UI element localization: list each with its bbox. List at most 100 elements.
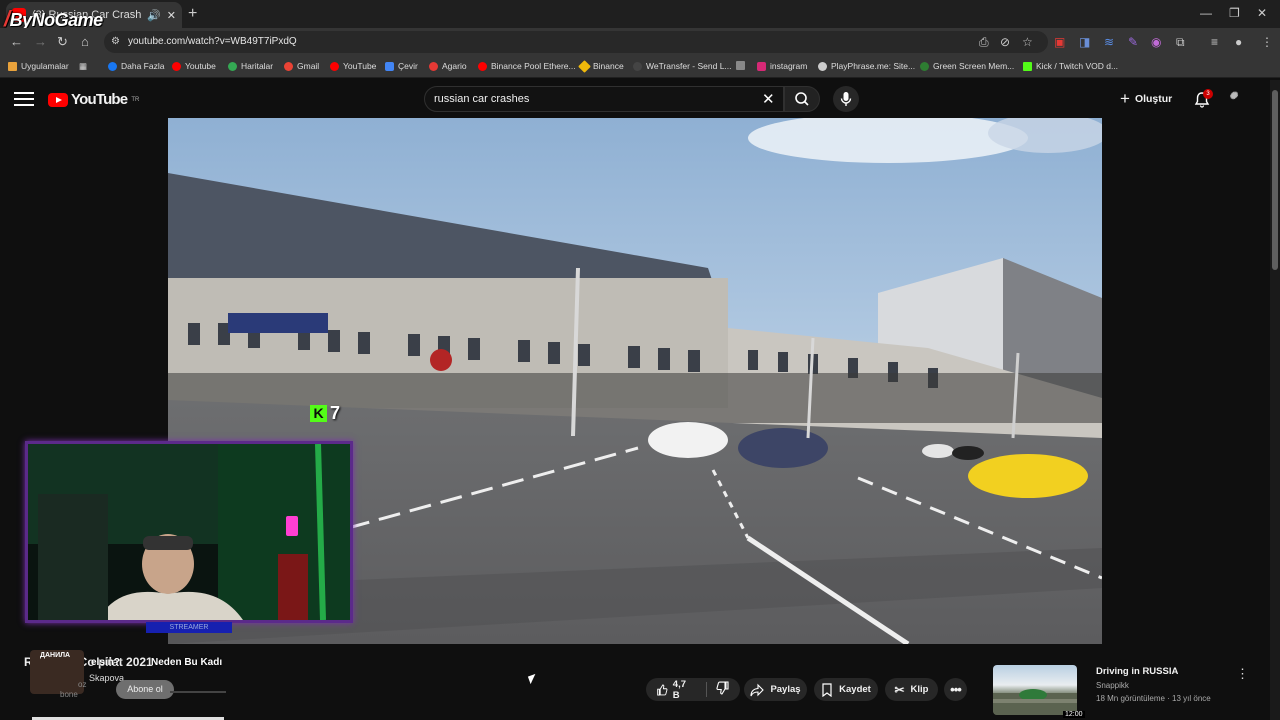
save-button[interactable]: Kaydet xyxy=(814,678,878,701)
bookmark-item[interactable]: WeTransfer - Send L... xyxy=(633,61,732,71)
bookmark-item[interactable]: Daha Fazla xyxy=(108,61,164,71)
facebook-icon xyxy=(108,61,117,71)
speaker-icon[interactable]: 🔊 xyxy=(147,9,161,22)
voice-search-button[interactable] xyxy=(833,86,859,112)
notification-badge: 3 xyxy=(1203,89,1213,99)
account-avatar[interactable]: ✺ xyxy=(1229,91,1249,107)
window-close-button[interactable]: ✕ xyxy=(1257,6,1267,20)
bookmark-item[interactable]: YouTube xyxy=(330,61,376,71)
bookmark-grid-icon[interactable]: ▦ xyxy=(79,61,87,72)
back-icon[interactable]: ← xyxy=(10,34,23,49)
green-screen-icon xyxy=(920,61,929,71)
install-app-icon[interactable]: ⎙ xyxy=(979,35,989,50)
url-text[interactable]: youtube.com/watch?v=WB49T7iPxdQ xyxy=(128,36,297,47)
bookmark-item[interactable] xyxy=(736,61,745,70)
extension-profile-icon[interactable]: ◉ xyxy=(1151,35,1161,49)
mouse-cursor xyxy=(527,673,539,685)
subscriber-fragment: oz xyxy=(78,680,87,689)
wetransfer-icon xyxy=(633,61,642,71)
bookmark-star-icon[interactable]: ☆ xyxy=(1022,35,1033,49)
new-tab-button[interactable]: + xyxy=(188,5,197,23)
like-count: 4,7 B xyxy=(672,678,687,701)
watermark-text: ByNoGame xyxy=(9,10,104,30)
bookmark-label: Uygulamalar xyxy=(21,61,69,71)
recommendation-title[interactable]: Driving in RUSSIA xyxy=(1096,666,1178,677)
apps-grid-icon xyxy=(8,61,17,71)
clip-button[interactable]: ✂ Klip xyxy=(885,678,938,701)
bookmark-item[interactable]: Haritalar xyxy=(228,61,273,71)
bookmark-item[interactable]: Binance xyxy=(578,59,624,73)
extensions-puzzle-icon[interactable]: ⧉ xyxy=(1176,35,1185,50)
like-button[interactable]: 4,7 B xyxy=(656,679,692,701)
bookmark-item[interactable]: Green Screen Mem... xyxy=(920,61,1014,71)
bookmark-item[interactable]: Gmail xyxy=(284,61,319,71)
extension-translate-icon[interactable]: ◨ xyxy=(1079,35,1090,49)
search-query-text[interactable]: russian car crashes xyxy=(434,93,529,105)
recommendation-channel[interactable]: Snappikk xyxy=(1096,681,1129,690)
bookmark-label: Daha Fazla xyxy=(121,61,165,71)
extension-audio-icon[interactable]: ≋ xyxy=(1104,35,1114,49)
clear-search-icon[interactable]: ✕ xyxy=(762,90,775,108)
bookmark-label: PlayPhrase.me: Site... xyxy=(831,61,916,71)
recommendation-menu-icon[interactable]: ⋮ xyxy=(1236,666,1249,682)
stream-caption-left: elsin? xyxy=(91,657,120,668)
home-icon[interactable]: ⌂ xyxy=(81,34,89,49)
bookmark-item[interactable]: Binance Pool Ethere... xyxy=(478,61,576,71)
browser-menu-icon[interactable]: ⋮ xyxy=(1261,35,1273,49)
bookmark-item[interactable]: PlayPhrase.me: Site... xyxy=(818,61,915,71)
bookmark-item[interactable]: Agario xyxy=(429,61,467,71)
bookmark-item[interactable]: Çevir xyxy=(385,61,418,71)
bookmark-label: WeTransfer - Send L... xyxy=(646,61,732,71)
thumbs-up-icon xyxy=(657,683,668,696)
more-actions-button[interactable]: ••• xyxy=(944,678,967,701)
bookmark-item[interactable]: Kick / Twitch VOD d... xyxy=(1023,61,1118,71)
scrollbar-thumb[interactable] xyxy=(1272,90,1278,270)
streamer-facecam xyxy=(25,441,353,623)
channel-avatar-label: ДАНИЛА xyxy=(40,652,71,659)
extension-pen-icon[interactable]: ✎ xyxy=(1128,35,1138,49)
recommendation-meta: 18 Mn görüntüleme · 13 yıl önce xyxy=(1096,694,1211,703)
youtube-logo[interactable]: YouTube TR xyxy=(48,91,139,108)
video-duration: 12:00 xyxy=(1063,711,1085,718)
kick-logo-icon: K xyxy=(310,405,327,422)
bookmark-label: Binance Pool Ethere... xyxy=(491,61,576,71)
create-button[interactable]: + Oluştur xyxy=(1120,89,1172,109)
bookmark-label: Green Screen Mem... xyxy=(933,61,1015,71)
thumbs-down-icon xyxy=(716,681,729,695)
dislike-button[interactable] xyxy=(716,681,730,698)
share-label: Paylaş xyxy=(770,684,801,695)
media-control-icon[interactable]: ≡ xyxy=(1211,35,1218,49)
bookmark-item[interactable]: Uygulamalar xyxy=(8,61,69,71)
like-dislike-group[interactable]: 4,7 B xyxy=(646,678,740,701)
tracking-eye-icon[interactable]: ⊘ xyxy=(1000,35,1010,49)
bookmark-item[interactable]: Youtube xyxy=(172,61,216,71)
facecam-frame xyxy=(28,444,350,620)
bookmark-label: Youtube xyxy=(185,61,216,71)
restore-button[interactable]: ❐ xyxy=(1229,6,1240,20)
site-info-icon[interactable]: ⚙ xyxy=(111,36,120,47)
hamburger-menu-icon[interactable] xyxy=(14,88,34,108)
agario-icon xyxy=(429,61,438,71)
browser-profile-icon[interactable]: ● xyxy=(1235,35,1242,49)
recommendation-thumbnail[interactable] xyxy=(993,665,1077,715)
scissors-icon: ✂ xyxy=(894,682,905,697)
bookmark-label: Çevir xyxy=(398,61,418,71)
minimize-button[interactable]: — xyxy=(1200,6,1212,20)
share-icon xyxy=(750,683,765,696)
clip-label: Klip xyxy=(910,684,929,695)
subscribe-button[interactable]: Abone ol xyxy=(116,680,174,699)
reload-icon[interactable]: ↻ xyxy=(57,34,68,50)
plus-icon: + xyxy=(1120,89,1130,108)
forward-icon[interactable]: → xyxy=(34,34,47,49)
playphrase-icon xyxy=(818,61,827,71)
more-horizontal-icon: ••• xyxy=(950,682,962,697)
bookmark-label: Agario xyxy=(442,61,467,71)
tab-close-icon[interactable]: ✕ xyxy=(167,9,176,22)
bookmark-item[interactable]: instagram xyxy=(757,61,807,71)
extension-new-icon[interactable]: ▣ xyxy=(1054,35,1065,49)
kick-icon xyxy=(1023,61,1032,71)
search-button[interactable] xyxy=(784,86,820,112)
facecam-name-tag: STREAMER xyxy=(146,622,232,633)
share-button[interactable]: Paylaş xyxy=(744,678,807,701)
bookmark-page-icon xyxy=(736,61,745,70)
